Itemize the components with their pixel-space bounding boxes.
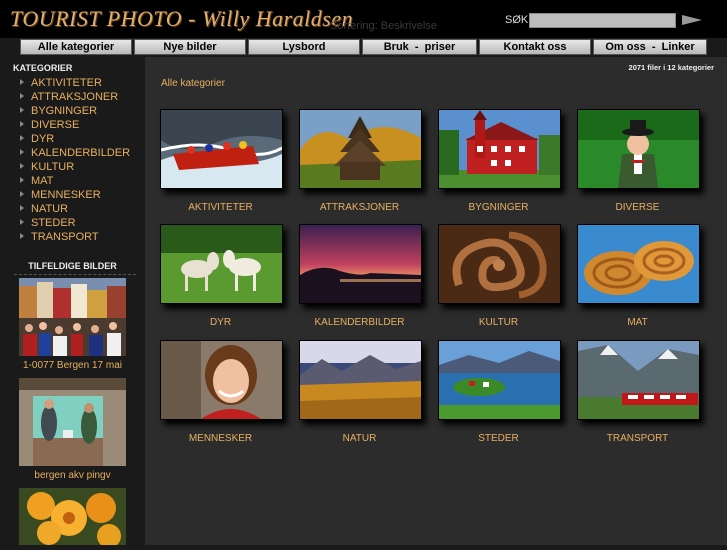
bullet-icon [20, 177, 24, 183]
category-label[interactable]: NATUR [289, 433, 430, 444]
sidebar-title: KATEGORIER [13, 63, 73, 73]
sidebar-item-dyr[interactable]: DYR [20, 133, 54, 145]
category-label[interactable]: KULTUR [428, 317, 569, 328]
search-input[interactable] [529, 13, 676, 28]
bullet-icon [20, 107, 24, 113]
sidebar-item-label: BYGNINGER [31, 105, 98, 117]
file-counter: 2071 filer i 12 kategorier [628, 63, 714, 72]
thumb-kultur[interactable] [438, 224, 561, 304]
breadcrumb[interactable]: Alle kategorier [161, 78, 225, 89]
sidebar-item-bygninger[interactable]: BYGNINGER [20, 105, 97, 117]
sidebar-item-attraksjoner[interactable]: ATTRAKSJONER [20, 91, 118, 103]
search-label: SØK: [505, 14, 532, 26]
sidebar-item-label: KULTUR [31, 161, 75, 173]
sidebar-item-label: MENNESKER [31, 189, 101, 201]
site-logo[interactable]: TOURIST PHOTO - Willy Haraldsen [10, 6, 353, 32]
bullet-icon [20, 219, 24, 225]
nav-new-images-button[interactable]: Nye bilder [134, 39, 246, 55]
bullet-icon [20, 79, 24, 85]
thumb-kalenderbilder[interactable] [299, 224, 422, 304]
bullet-icon [20, 205, 24, 211]
main-content: 2071 filer i 12 kategorier Alle kategori… [145, 57, 727, 545]
nav-usage-prices-button[interactable]: Bruk - priser [362, 39, 477, 55]
sidebar: KATEGORIER AKTIVITETER ATTRAKSJONER BYGN… [0, 57, 145, 548]
bullet-icon [20, 233, 24, 239]
category-label[interactable]: MENNESKER [150, 433, 291, 444]
random-image-flowers[interactable] [19, 488, 126, 548]
sidebar-item-label: DIVERSE [31, 119, 80, 131]
sidebar-item-aktiviteter[interactable]: AKTIVITETER [20, 77, 102, 89]
category-label[interactable]: ATTRAKSJONER [289, 202, 430, 213]
bullet-icon [20, 163, 24, 169]
thumb-transport[interactable] [577, 340, 700, 420]
sidebar-item-label: STEDER [31, 217, 76, 229]
sidebar-item-mat[interactable]: MAT [20, 175, 53, 187]
bullet-icon [20, 121, 24, 127]
sort-label[interactable]: Sortering: Beskrivelse [330, 20, 437, 32]
nav-all-categories-button[interactable]: Alle kategorier [20, 39, 132, 55]
sidebar-item-label: TRANSPORT [31, 231, 99, 243]
search-go-arrow-icon[interactable] [682, 15, 702, 25]
thumb-diverse[interactable] [577, 109, 700, 189]
sidebar-item-mennesker[interactable]: MENNESKER [20, 189, 101, 201]
header: TOURIST PHOTO - Willy Haraldsen Sorterin… [0, 0, 727, 38]
random-caption[interactable]: bergen akv pingv [0, 470, 145, 481]
thumb-dyr[interactable] [160, 224, 283, 304]
sidebar-item-label: ATTRAKSJONER [31, 91, 119, 103]
thumb-mennesker[interactable] [160, 340, 283, 420]
thumb-bygninger[interactable] [438, 109, 561, 189]
sidebar-item-label: MAT [31, 175, 54, 187]
category-label[interactable]: KALENDERBILDER [289, 317, 430, 328]
sidebar-item-steder[interactable]: STEDER [20, 217, 76, 229]
thumb-natur[interactable] [299, 340, 422, 420]
nav-about-links-button[interactable]: Om oss - Linker [593, 39, 707, 55]
nav-lightbox-button[interactable]: Lysbord [248, 39, 360, 55]
category-label[interactable]: DIVERSE [567, 202, 708, 213]
sidebar-item-label: DYR [31, 133, 55, 145]
thumb-aktiviteter[interactable] [160, 109, 283, 189]
category-label[interactable]: DYR [150, 317, 291, 328]
category-label[interactable]: STEDER [428, 433, 569, 444]
random-caption[interactable]: 1-0077 Bergen 17 mai [0, 360, 145, 371]
bullet-icon [20, 149, 24, 155]
bullet-icon [20, 93, 24, 99]
bullet-icon [20, 191, 24, 197]
random-image-bergen-akv-pingv[interactable] [19, 378, 126, 466]
sidebar-item-natur[interactable]: NATUR [20, 203, 68, 215]
random-images-title: TILFELDIGE BILDER [28, 261, 117, 271]
category-label[interactable]: BYGNINGER [428, 202, 569, 213]
random-image-bergen-17-mai[interactable] [19, 278, 126, 356]
sidebar-item-kalenderbilder[interactable]: KALENDERBILDER [20, 147, 130, 159]
thumb-attraksjoner[interactable] [299, 109, 422, 189]
sidebar-item-kultur[interactable]: KULTUR [20, 161, 74, 173]
category-label[interactable]: MAT [567, 317, 708, 328]
sidebar-item-label: NATUR [31, 203, 69, 215]
thumb-mat[interactable] [577, 224, 700, 304]
sidebar-item-label: AKTIVITETER [31, 77, 102, 89]
sidebar-item-diverse[interactable]: DIVERSE [20, 119, 79, 131]
category-label[interactable]: AKTIVITETER [150, 202, 291, 213]
category-label[interactable]: TRANSPORT [567, 433, 708, 444]
sidebar-item-transport[interactable]: TRANSPORT [20, 231, 99, 243]
thumb-steder[interactable] [438, 340, 561, 420]
top-navigation: Alle kategorier Nye bilder Lysbord Bruk … [0, 38, 727, 57]
sidebar-item-label: KALENDERBILDER [31, 147, 131, 159]
nav-contact-button[interactable]: Kontakt oss [479, 39, 591, 55]
divider [14, 274, 136, 275]
bullet-icon [20, 135, 24, 141]
